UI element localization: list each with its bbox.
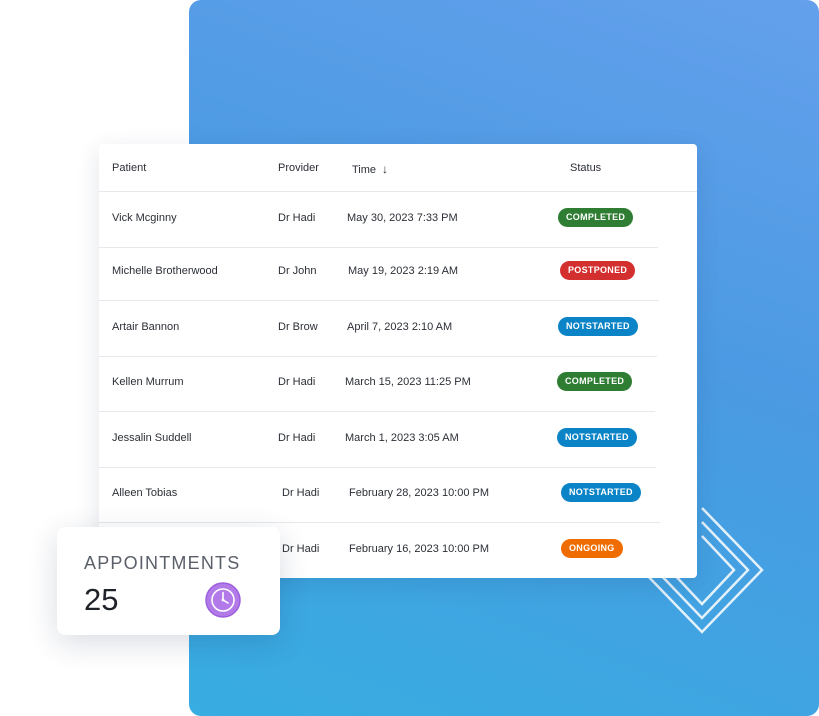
status-badge: COMPLETED <box>557 372 633 391</box>
appointment-time: May 19, 2023 2:19 AM <box>348 265 459 277</box>
status-badge: POSTPONED <box>560 261 636 280</box>
status-badge: NOTSTARTED <box>558 317 638 336</box>
appointment-time: February 16, 2023 10:00 PM <box>349 543 490 555</box>
appointment-time: April 7, 2023 2:10 AM <box>347 321 453 333</box>
provider-name: Dr Hadi <box>282 487 320 499</box>
clock-icon <box>205 582 241 618</box>
patient-name: Artair Bannon <box>112 321 180 333</box>
provider-name: Dr Hadi <box>278 212 316 224</box>
table-row[interactable]: Vick Mcginny Dr Hadi May 30, 2023 7:33 PM C… <box>99 192 658 248</box>
patient-name: Alleen Tobias <box>112 487 178 499</box>
appointments-table: Patient Provider Time ↓ Status Vick Mcgin… <box>99 144 697 578</box>
patient-name: Michelle Brotherwood <box>112 265 218 277</box>
table-row[interactable]: Artair Bannon Dr Brow April 7, 2023 2:10 A… <box>99 301 657 357</box>
appointments-title: APPOINTMENTS <box>84 553 241 573</box>
header-patient[interactable]: Patient <box>112 162 146 174</box>
appointment-time: May 30, 2023 7:33 PM <box>347 212 458 224</box>
status-badge: ONGOING <box>561 539 623 558</box>
arrow-down-icon[interactable]: ↓ <box>382 162 388 176</box>
appointment-time: February 28, 2023 10:00 PM <box>349 487 490 499</box>
appointments-count: 25 <box>84 582 119 617</box>
appointments-summary-card: APPOINTMENTS 25 <box>57 527 280 635</box>
status-badge: NOTSTARTED <box>561 483 641 502</box>
header-status[interactable]: Status <box>570 162 601 174</box>
table-row[interactable]: Jessalin Suddell Dr Hadi March 1, 2023 3:0… <box>99 412 656 468</box>
status-badge: COMPLETED <box>558 208 634 227</box>
table-row[interactable]: Michelle Brotherwood Dr John May 19, 2023 … <box>99 245 659 301</box>
table-header: Patient Provider Time ↓ Status <box>99 144 697 192</box>
provider-name: Dr Hadi <box>282 543 320 555</box>
provider-name: Dr John <box>278 265 317 277</box>
provider-name: Dr Hadi <box>278 376 316 388</box>
header-time-label: Time <box>352 164 377 176</box>
appointment-time: March 1, 2023 3:05 AM <box>345 432 459 444</box>
provider-name: Dr Brow <box>278 321 318 333</box>
table-row[interactable]: Alleen Tobias Dr Hadi February 28, 2023 10… <box>99 467 660 523</box>
provider-name: Dr Hadi <box>278 432 316 444</box>
patient-name: Kellen Murrum <box>112 376 184 388</box>
status-badge: NOTSTARTED <box>557 428 637 447</box>
table-row[interactable]: Kellen Murrum Dr Hadi March 15, 2023 11:25… <box>99 356 655 412</box>
patient-name: Vick Mcginny <box>112 212 177 224</box>
appointment-time: March 15, 2023 11:25 PM <box>345 376 471 388</box>
header-provider[interactable]: Provider <box>278 162 319 174</box>
header-time[interactable]: Time ↓ <box>352 162 388 176</box>
patient-name: Jessalin Suddell <box>112 432 192 444</box>
